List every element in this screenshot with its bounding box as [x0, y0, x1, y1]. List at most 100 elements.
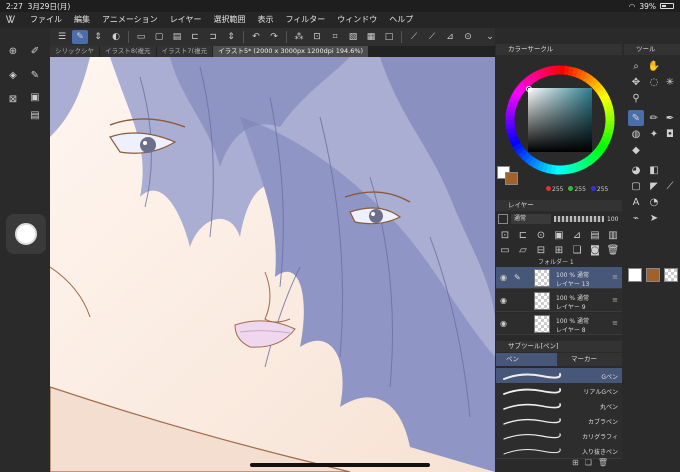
lock-icon[interactable]: ⊡ — [498, 228, 512, 242]
crop-icon[interactable]: ⌗ — [327, 30, 343, 44]
operation-tool-icon[interactable]: ➤ — [646, 210, 662, 226]
home-indicator[interactable] — [250, 463, 430, 467]
menu-view[interactable]: 表示 — [251, 12, 279, 28]
new-folder-icon[interactable]: ⊟ — [534, 243, 548, 257]
merge-icon[interactable]: ⊞ — [552, 243, 566, 257]
folder-row[interactable]: フォルダー 1 — [496, 257, 622, 266]
pen-tool-icon[interactable]: ✎ — [72, 30, 88, 44]
square-icon[interactable]: □ — [381, 30, 397, 44]
perspective-icon[interactable]: ⊿ — [442, 30, 458, 44]
layer-color-icon[interactable] — [498, 214, 508, 224]
move-tool-icon[interactable]: ✥ — [628, 74, 644, 90]
reference-icon[interactable]: ⊙ — [534, 228, 548, 242]
eyedropper-tool-icon[interactable]: ⚲ — [628, 90, 644, 106]
import-icon[interactable]: ⊏ — [187, 30, 203, 44]
zoom-tool-icon[interactable]: ⌕ — [628, 58, 644, 74]
ruler-icon[interactable]: ⟋ — [406, 30, 422, 44]
tool-sub-color[interactable] — [646, 268, 660, 282]
blend-mode-select[interactable]: 通常 — [511, 214, 551, 224]
eye-icon[interactable]: ◉ — [500, 296, 507, 305]
menu-layer[interactable]: レイヤー — [164, 12, 208, 28]
zoom-icon[interactable]: ⊕ — [6, 44, 20, 58]
pen-pressure-icon[interactable]: ✐ — [28, 44, 42, 58]
brush-item[interactable]: カブラペン — [496, 413, 622, 429]
mask-icon[interactable]: ▣ — [552, 228, 566, 242]
menu-filter[interactable]: フィルター — [279, 12, 331, 28]
new-raster-icon[interactable]: ▭ — [498, 243, 512, 257]
layer-row-8[interactable]: ◉ 100 % 通常 レイヤー 8 ≡ — [496, 313, 622, 335]
tab-doc-2[interactable]: イラスト8(複元 — [100, 46, 156, 57]
copy-subtool-icon[interactable]: ❏ — [585, 458, 592, 467]
clip-icon[interactable]: ⊏ — [516, 228, 530, 242]
tab-doc-3[interactable]: イラスト7(複元 — [156, 46, 213, 57]
export-icon[interactable]: ▤ — [28, 108, 42, 122]
fill-tool-icon[interactable]: ◕ — [628, 162, 644, 178]
layer-menu-icon[interactable]: ≡ — [612, 296, 618, 304]
gradient-tool-icon[interactable]: ◧ — [646, 162, 662, 178]
sparkle-tool-icon[interactable]: ✳ — [662, 74, 678, 90]
mask-add-icon[interactable]: ◙ — [588, 243, 602, 257]
text-tool-icon[interactable]: A — [628, 194, 644, 210]
draft-icon[interactable]: ▥ — [606, 228, 620, 242]
balloon-tool-icon[interactable]: ◔ — [646, 194, 662, 210]
ruler-snap-icon[interactable]: ⟋ — [424, 30, 440, 44]
delete-subtool-icon[interactable]: 🗑 — [598, 458, 608, 467]
deselect-icon[interactable]: ⊡ — [309, 30, 325, 44]
brush-tool-icon[interactable]: ✒ — [662, 110, 678, 126]
pencil-tool-icon[interactable]: ✏ — [646, 110, 662, 126]
save-icon[interactable]: ▣ — [28, 90, 42, 104]
brush-icon[interactable]: ✎ — [28, 68, 42, 82]
menu-help[interactable]: ヘルプ — [383, 12, 419, 28]
eye-icon[interactable]: ◉ — [500, 319, 507, 328]
tab-marker[interactable]: マーカー — [557, 353, 622, 366]
blend-tool-icon[interactable]: ◆ — [628, 142, 644, 158]
material-icon[interactable]: ⊙ — [460, 30, 476, 44]
new-vector-icon[interactable]: ▱ — [516, 243, 530, 257]
menu-file[interactable]: ファイル — [24, 12, 68, 28]
layers-icon[interactable]: ◈ — [6, 68, 20, 82]
tab-doc-4[interactable]: イラスト5* (2000 x 3000px 1200dpi 194.6%) — [213, 46, 369, 57]
pen-tool-icon-side[interactable]: ✎ — [628, 110, 644, 126]
color-layer-icon[interactable]: ▤ — [588, 228, 602, 242]
chevron-updown-icon[interactable]: ⇕ — [90, 30, 106, 44]
opacity-slider[interactable] — [554, 216, 604, 222]
layer-row-9[interactable]: ◉ 100 % 通常 レイヤー 9 ≡ — [496, 290, 622, 312]
fill-icon[interactable]: ▧ — [345, 30, 361, 44]
eraser-tool-icon[interactable]: ◘ — [662, 126, 678, 142]
new-file-icon[interactable]: ▭ — [133, 30, 149, 44]
menu-selection[interactable]: 選択範囲 — [207, 12, 251, 28]
tab-pen[interactable]: ペン — [496, 353, 557, 366]
tool-transparent-color[interactable] — [664, 268, 678, 282]
undo-icon[interactable]: ↶ — [248, 30, 264, 44]
lasso-tool-icon[interactable]: ◌ — [646, 74, 662, 90]
copy-layer-icon[interactable]: ❏ — [570, 243, 584, 257]
modifier-key-button[interactable] — [6, 214, 46, 254]
ruler-tool-icon[interactable]: ⟋ — [662, 178, 678, 194]
brush-item[interactable]: リアルGペン — [496, 383, 622, 399]
display-icon[interactable]: ◐ — [108, 30, 124, 44]
hand-tool-icon[interactable]: ✋ — [646, 58, 662, 74]
menu-window[interactable]: ウィンドウ — [331, 12, 383, 28]
drawing-canvas[interactable] — [50, 57, 495, 472]
color-wheel[interactable] — [500, 60, 620, 180]
tool-main-color[interactable] — [628, 268, 642, 282]
brush-item[interactable]: 入り抜きペン — [496, 443, 622, 459]
menu-edit[interactable]: 編集 — [68, 12, 96, 28]
ruler-layer-icon[interactable]: ⊿ — [570, 228, 584, 242]
brush-item[interactable]: Gペン — [496, 368, 622, 384]
sub-color-swatch[interactable] — [505, 172, 518, 185]
layer-row-13[interactable]: ◉ ✎ 100 % 通常 レイヤー 13 ≡ — [496, 267, 622, 289]
select-dots-icon[interactable]: ⁂ — [291, 30, 307, 44]
redo-icon[interactable]: ↷ — [266, 30, 282, 44]
airbrush-tool-icon[interactable]: ◍ — [628, 126, 644, 142]
brush-item[interactable]: カリグラフィ — [496, 428, 622, 444]
clear-icon[interactable]: ▦ — [363, 30, 379, 44]
export-icon-2[interactable]: ⊐ — [205, 30, 221, 44]
add-subtool-icon[interactable]: ⊞ — [572, 458, 579, 467]
open-file-icon[interactable]: ▢ — [151, 30, 167, 44]
app-logo-icon[interactable]: Ꮤ — [6, 15, 24, 26]
save-file-icon[interactable]: ▤ — [169, 30, 185, 44]
layer-menu-icon[interactable]: ≡ — [612, 273, 618, 281]
hamburger-menu-icon[interactable]: ☰ — [54, 30, 70, 44]
brush-item[interactable]: 丸ペン — [496, 398, 622, 414]
